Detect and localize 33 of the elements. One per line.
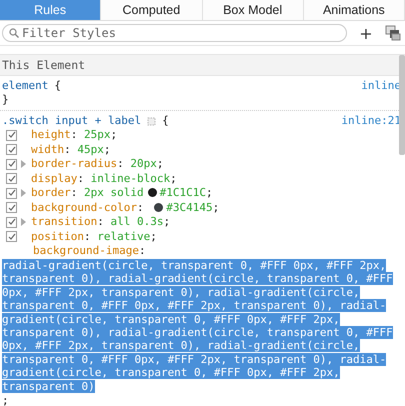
scrollbar-thumb[interactable] xyxy=(399,55,405,155)
color-swatch[interactable] xyxy=(154,202,164,212)
property-declaration: border: 2px solid #1C1C1C; xyxy=(31,186,213,200)
property-declaration: width: 45px; xyxy=(31,142,110,157)
property-declaration: height: 25px; xyxy=(31,128,118,142)
property-checkbox[interactable] xyxy=(6,231,17,242)
property-checkbox[interactable] xyxy=(6,202,17,214)
property-checkbox[interactable] xyxy=(6,216,17,228)
color-swatch[interactable] xyxy=(148,188,157,197)
property-checkbox[interactable] xyxy=(6,173,17,184)
filter-field[interactable]: Filter Styles xyxy=(2,24,347,42)
add-rule-button[interactable]: + xyxy=(355,24,377,42)
open-brace: { xyxy=(54,79,61,93)
rule-selector: .switch input + label xyxy=(2,114,142,128)
property-declaration: border-radius: 20px; xyxy=(31,157,164,172)
section-header: This Element xyxy=(0,55,405,76)
close-brace: ; xyxy=(2,394,9,406)
rule-selector: element xyxy=(2,79,48,93)
search-icon xyxy=(9,28,19,38)
source-link[interactable]: inline:21 xyxy=(341,114,401,128)
property-declaration: transition: all 0.3s; xyxy=(31,215,170,230)
open-brace: { xyxy=(162,114,169,128)
close-brace: } xyxy=(2,93,9,107)
property-checkbox[interactable] xyxy=(6,158,17,170)
property-checkbox[interactable] xyxy=(6,188,17,199)
property-name: background-image: xyxy=(33,244,146,257)
source-link[interactable]: inline xyxy=(361,79,401,93)
property-declaration: background-color: #3C4145; xyxy=(31,200,220,215)
property-declaration: display: inline-block; xyxy=(31,172,177,186)
property-checkbox[interactable] xyxy=(6,130,17,141)
print-styles-icon[interactable] xyxy=(385,25,401,41)
property-checkbox[interactable] xyxy=(6,144,17,156)
property-declaration: position: relative; xyxy=(31,230,157,244)
